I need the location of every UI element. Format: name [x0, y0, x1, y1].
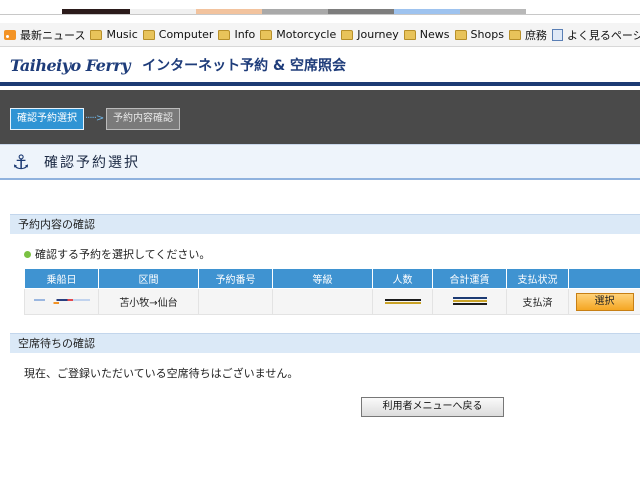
folder-icon [218, 29, 231, 40]
bookmark-label: Motorcycle [276, 28, 337, 41]
cell-date-redacted [24, 288, 99, 315]
waitlist-message: 現在、ご登録いただいている空席待ちはございません。 [24, 367, 299, 380]
column-header-fare: 合計運賃 [432, 268, 507, 289]
folder-icon [403, 29, 416, 40]
folder-icon [90, 29, 103, 40]
column-header-people: 人数 [372, 268, 433, 289]
back-to-user-menu-button[interactable]: 利用者メニューへ戻る [361, 397, 504, 417]
taiheiyo-ferry-logo[interactable]: Taiheiyo Ferry [10, 55, 131, 75]
bookmark-folder-shops[interactable]: Shops [454, 28, 504, 41]
table-header-row: 乗船日 区間 予約番号 等級 人数 合計運賃 支払状況 [24, 268, 640, 289]
bookmark-label: 庶務 [524, 28, 547, 42]
column-header-number: 予約番号 [198, 268, 273, 289]
bookmark-label: Info [234, 28, 256, 41]
browser-tab-strip [0, 0, 640, 22]
select-reservation-button[interactable]: 選択 [575, 292, 634, 311]
bookmark-label: Music [106, 28, 138, 41]
folder-icon [454, 29, 467, 40]
reservation-instruction: 確認する予約を選択してください。 [24, 246, 210, 262]
cell-number [198, 288, 273, 315]
bookmark-label: Computer [158, 28, 214, 41]
bookmark-label: News [419, 28, 450, 41]
column-header-action [568, 268, 640, 289]
anchor-icon: ⚓ [12, 149, 30, 174]
bookmark-label: Shops [470, 28, 504, 41]
bookmark-label: 最新ニュース [20, 28, 86, 42]
table-row: 苫小牧→仙台 支払済 選択 [24, 288, 640, 315]
folder-icon [508, 29, 521, 40]
cell-route: 苫小牧→仙台 [98, 288, 199, 315]
cell-status: 支払済 [506, 288, 569, 315]
step-arrow-icon: ·····> [85, 113, 104, 124]
column-header-date: 乗船日 [24, 268, 99, 289]
reservation-table: 乗船日 区間 予約番号 等級 人数 合計運賃 支払状況 苫小牧→仙台 支払済 選… [24, 268, 640, 315]
progress-steps: 確認予約選択 ·····> 予約内容確認 [0, 90, 640, 146]
logo-text-main: Taiheiyo [10, 55, 81, 75]
page-icon [551, 28, 563, 41]
redacted-date [33, 298, 90, 305]
reservation-section-heading: 予約内容の確認 [10, 214, 640, 234]
bookmark-news-feed[interactable]: 最新ニュース [4, 27, 85, 43]
step-select-reservation: 確認予約選択 [10, 108, 84, 130]
column-header-grade: 等級 [272, 268, 373, 289]
cell-action: 選択 [568, 288, 640, 315]
site-header: Taiheiyo Ferry インターネット予約 & 空席照会 [0, 48, 640, 86]
bookmark-label: よく見るページ [566, 28, 640, 42]
bookmark-label: Journey [357, 28, 399, 41]
redacted-people [384, 298, 421, 305]
logo-text-ferry: Ferry [85, 55, 131, 75]
instruction-text: 確認する予約を選択してください。 [35, 248, 211, 261]
bookmark-folder-general[interactable]: 庶務 [508, 27, 547, 43]
folder-icon [260, 29, 273, 40]
page-title: 確認予約選択 [44, 154, 140, 171]
cell-grade [272, 288, 373, 315]
bookmark-folder-news[interactable]: News [403, 28, 450, 41]
site-title: インターネット予約 & 空席照会 [142, 58, 347, 74]
bookmark-folder-computer[interactable]: Computer [142, 28, 214, 41]
bookmark-folder-music[interactable]: Music [90, 28, 138, 41]
bookmark-frequent-pages[interactable]: よく見るページ [551, 27, 640, 43]
cell-fare-redacted [432, 288, 507, 315]
redacted-fare [452, 296, 487, 306]
column-header-status: 支払状況 [506, 268, 569, 289]
rss-icon [4, 29, 16, 40]
column-header-route: 区間 [98, 268, 199, 289]
bullet-icon [24, 250, 31, 258]
bookmarks-toolbar: 最新ニュース Music Computer Info Motorcycle Jo… [0, 23, 640, 47]
page-title-band: ⚓ 確認予約選択 [0, 144, 640, 180]
step-confirm-reservation: 予約内容確認 [106, 108, 180, 130]
bookmark-folder-info[interactable]: Info [218, 28, 255, 41]
bookmark-folder-journey[interactable]: Journey [341, 28, 399, 41]
cell-people-redacted [372, 288, 433, 315]
folder-icon [341, 29, 354, 40]
waitlist-section-heading: 空席待ちの確認 [10, 333, 640, 353]
folder-icon [142, 29, 155, 40]
bookmark-folder-motorcycle[interactable]: Motorcycle [260, 28, 336, 41]
